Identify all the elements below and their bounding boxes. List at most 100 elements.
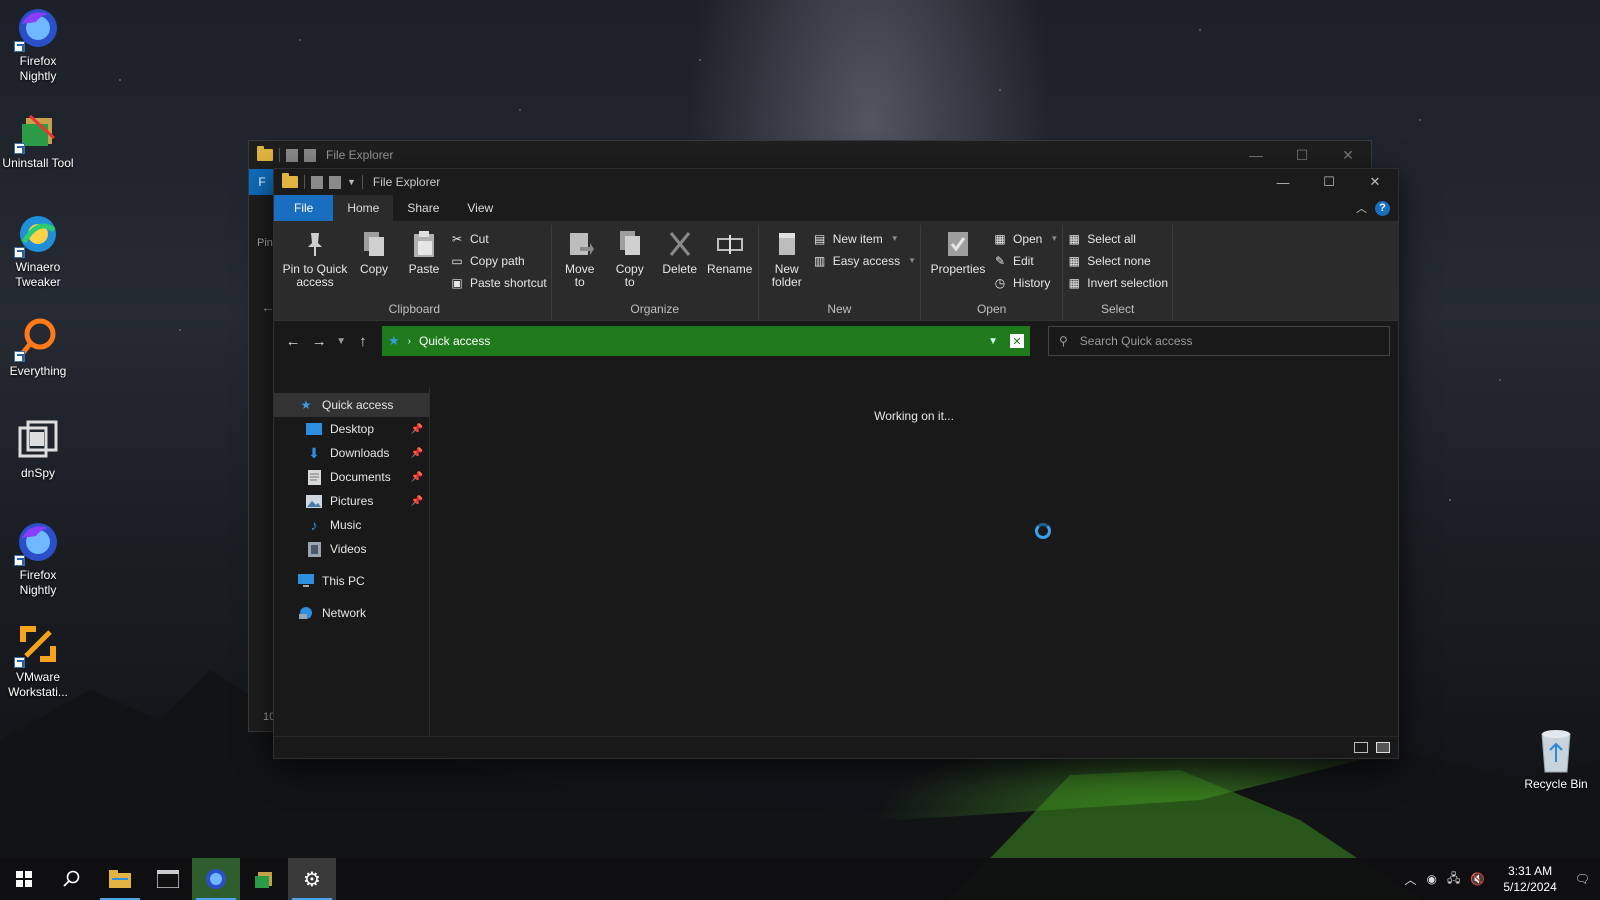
search-box[interactable]: ⚲	[1047, 326, 1390, 356]
properties-icon[interactable]	[311, 175, 323, 189]
open-button[interactable]: ▦ Open ▼	[993, 229, 1058, 248]
desktop-icon-dnspy[interactable]: dnSpy	[0, 418, 76, 481]
copy-to-button[interactable]: Copy to	[606, 225, 654, 302]
nav-item-pictures[interactable]: Pictures 📌	[274, 489, 429, 513]
help-icon[interactable]: ?	[1375, 200, 1390, 216]
breadcrumb[interactable]: Quick access	[419, 334, 490, 348]
pin-label: Pin	[257, 237, 273, 249]
nav-item-music[interactable]: ♪ Music	[274, 513, 429, 537]
taskbar-settings[interactable]: ⚙	[288, 858, 336, 900]
search-button[interactable]	[48, 858, 96, 900]
pin-icon: 📌	[410, 495, 423, 507]
ribbon: Pin to Quick access Copy Paste ✂ Cut ▭ Copy…	[274, 221, 1398, 321]
minimize-button[interactable]: —	[1233, 147, 1279, 164]
select-none-icon: ▦	[1068, 253, 1080, 268]
customize-toolbar-chevron-icon[interactable]: ▼	[347, 177, 356, 187]
taskbar-firefox-nightly[interactable]	[192, 858, 240, 900]
address-bar[interactable]: ★ › Quick access ▼ ✕	[381, 326, 1030, 356]
file-tab[interactable]: F	[249, 169, 275, 195]
folder-icon	[257, 146, 273, 161]
desktop-icon-uninstall-tool[interactable]: Uninstall Tool	[0, 108, 76, 171]
close-button[interactable]: ✕	[1352, 169, 1398, 195]
clear-address-icon[interactable]: ✕	[1009, 334, 1024, 348]
desktop-icon-winaero-tweaker[interactable]: Winaero Tweaker	[0, 212, 76, 290]
copy-button[interactable]: Copy	[350, 225, 398, 302]
desktop-icon-vmware[interactable]: VMware Workstati...	[0, 622, 76, 700]
nav-item-desktop[interactable]: Desktop 📌	[274, 417, 429, 441]
maximize-button[interactable]: ☐	[1306, 169, 1352, 195]
paste-button[interactable]: Paste	[400, 225, 448, 302]
title-bar: ▼ File Explorer — ☐ ✕	[274, 169, 1398, 195]
forward-button[interactable]: →	[308, 328, 330, 354]
select-none-button[interactable]: ▦ Select none	[1067, 251, 1168, 270]
taskbar-uninstall-tool[interactable]	[240, 858, 288, 900]
desktop-icon-firefox-nightly-2[interactable]: Firefox Nightly	[0, 520, 76, 598]
close-button[interactable]: ✕	[1325, 147, 1371, 164]
show-hidden-icons-chevron-icon[interactable]: ︿	[1405, 871, 1417, 888]
recent-locations-chevron-icon[interactable]: ▼	[334, 328, 348, 354]
taskbar-terminal[interactable]	[144, 858, 192, 900]
easy-access-button[interactable]: ▥ Easy access ▼	[813, 251, 916, 270]
edit-icon: ✎	[994, 253, 1006, 268]
dnspy-icon	[16, 418, 60, 462]
tab-share[interactable]: Share	[393, 195, 453, 221]
volume-muted-icon[interactable]: 🔇	[1470, 872, 1485, 886]
camera-icon[interactable]: ◉	[1427, 872, 1437, 886]
this-pc-icon	[298, 573, 314, 589]
group-new: New folder ▤ New item ▼ ▥ Easy access ▼ New	[759, 225, 921, 320]
properties-button[interactable]: Properties	[925, 225, 991, 302]
new-folder-button[interactable]: New folder	[763, 225, 811, 302]
window-title: File Explorer	[326, 148, 394, 162]
select-all-button[interactable]: ▦ Select all	[1067, 229, 1168, 248]
breadcrumb-chevron-icon[interactable]: ›	[408, 336, 411, 347]
network-icon[interactable]: 🖧	[1447, 869, 1460, 890]
new-item-button[interactable]: ▤ New item ▼	[813, 229, 916, 248]
minimize-button[interactable]: —	[1260, 169, 1306, 195]
desktop-icon-recycle-bin[interactable]: Recycle Bin	[1520, 728, 1592, 791]
pin-to-quick-access-button[interactable]: Pin to Quick access	[282, 225, 348, 302]
desktop-icon-label: Firefox Nightly	[19, 568, 57, 597]
tab-view[interactable]: View	[453, 195, 507, 221]
invert-selection-button[interactable]: ▦ Invert selection	[1067, 273, 1168, 292]
notifications-icon[interactable]: 🗨	[1575, 872, 1590, 886]
clock-time: 3:31 AM	[1508, 864, 1553, 878]
nav-item-videos[interactable]: Videos	[274, 537, 429, 561]
history-button[interactable]: ◷ History	[993, 273, 1058, 292]
delete-button[interactable]: Delete	[656, 225, 704, 302]
paste-shortcut-button[interactable]: ▣ Paste shortcut	[450, 273, 546, 292]
move-to-button[interactable]: Move to	[556, 225, 604, 302]
details-view-icon[interactable]	[1354, 742, 1368, 753]
desktop-icon-label: Uninstall Tool	[2, 156, 74, 170]
copy-path-button[interactable]: ▭ Copy path	[450, 251, 547, 270]
paste-shortcut-icon: ▣	[451, 275, 463, 290]
maximize-button[interactable]: ☐	[1279, 147, 1325, 164]
uninstall-tool-icon	[14, 108, 60, 154]
nav-item-quick-access[interactable]: ★ Quick access	[274, 393, 429, 417]
file-list-pane[interactable]: Working on it...	[430, 387, 1398, 736]
new-folder-icon[interactable]	[329, 175, 341, 189]
nav-item-documents[interactable]: Documents 📌	[274, 465, 429, 489]
cut-button[interactable]: ✂ Cut	[450, 229, 547, 248]
tab-file[interactable]: File	[274, 195, 334, 221]
nav-item-downloads[interactable]: ⬇ Downloads 📌	[274, 441, 429, 465]
nav-item-this-pc[interactable]: This PC	[274, 569, 429, 593]
search-input[interactable]	[1079, 334, 1379, 348]
collapse-ribbon-icon[interactable]: ︿	[1356, 200, 1367, 216]
address-dropdown-icon[interactable]: ▼	[988, 336, 998, 347]
tab-home[interactable]: Home	[333, 195, 394, 221]
edit-button[interactable]: ✎ Edit	[993, 251, 1058, 270]
start-button[interactable]	[0, 858, 48, 900]
rename-button[interactable]: Rename	[706, 225, 754, 302]
desktop-icon-firefox-nightly[interactable]: Firefox Nightly	[0, 6, 76, 84]
system-tray: ︿ ◉ 🖧 🔇 3:31 AM 5/12/2024 🗨	[1405, 863, 1600, 895]
taskbar-file-explorer[interactable]	[96, 858, 144, 900]
content-area: ★ Quick access Desktop 📌 ⬇ Downloads 📌 D…	[274, 387, 1398, 736]
file-explorer-window[interactable]: ▼ File Explorer — ☐ ✕ File Home Share Vi…	[273, 168, 1399, 759]
large-icons-view-icon[interactable]	[1376, 742, 1390, 753]
pictures-icon	[306, 493, 322, 509]
up-button[interactable]: ↑	[352, 328, 374, 354]
nav-item-network[interactable]: Network	[274, 601, 429, 625]
back-button[interactable]: ←	[282, 328, 304, 354]
clock[interactable]: 3:31 AM 5/12/2024	[1495, 863, 1564, 895]
desktop-icon-everything[interactable]: Everything	[0, 316, 76, 379]
